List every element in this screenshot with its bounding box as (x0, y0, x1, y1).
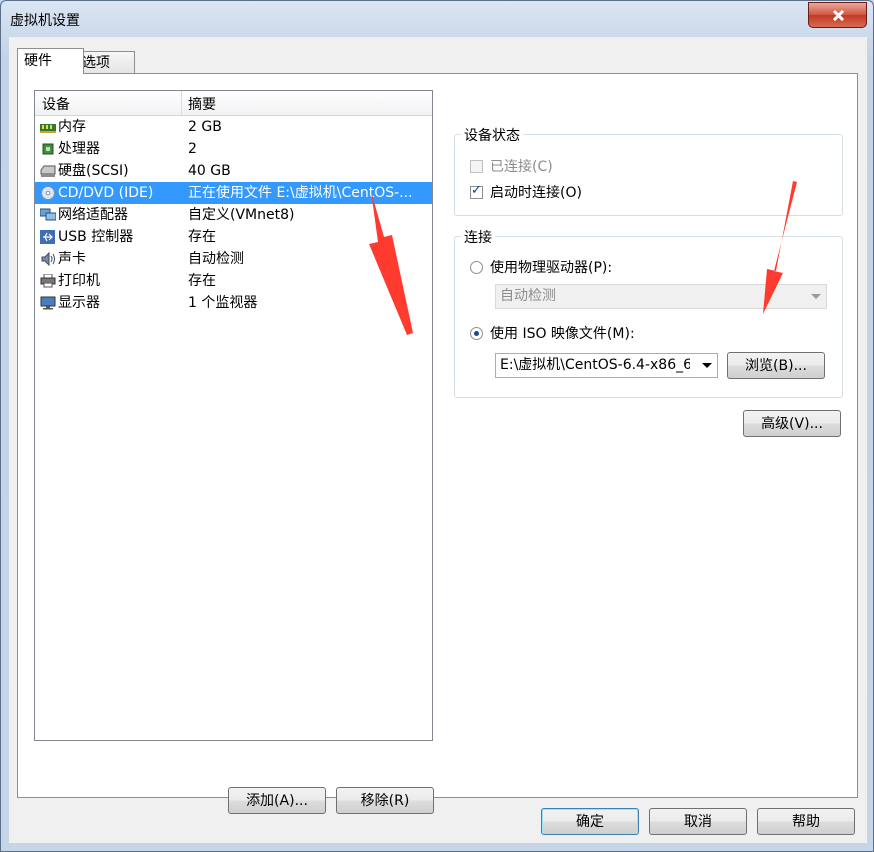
display-icon (40, 296, 56, 310)
window-title: 虚拟机设置 (10, 13, 80, 29)
tab-options[interactable]: 选项 (75, 51, 135, 74)
connection-title: 连接 (461, 227, 495, 247)
device-name: CD/DVD (IDE) (58, 185, 154, 201)
device-row-memory[interactable]: 内存 2 GB (35, 116, 432, 138)
chevron-down-icon (811, 294, 821, 299)
dialog-client: 硬件 选项 设备 摘要 内存 2 GB 处理器 2 硬盘(SCSI) 40 GB… (9, 37, 867, 843)
help-button[interactable]: 帮助 (757, 808, 855, 835)
title-bar[interactable]: 虚拟机设置 (1, 1, 873, 37)
close-button[interactable] (808, 2, 867, 28)
device-summary: 存在 (188, 229, 216, 245)
device-name: 内存 (58, 119, 86, 135)
hardware-panel: 设备 摘要 内存 2 GB 处理器 2 硬盘(SCSI) 40 GB CD/DV… (17, 73, 858, 814)
device-summary: 自定义(VMnet8) (188, 207, 295, 223)
connected-checkbox[interactable] (470, 160, 483, 173)
iso-image-radio[interactable] (470, 327, 483, 340)
advanced-button[interactable]: 高级(V)... (743, 410, 841, 437)
column-separator[interactable] (181, 91, 182, 115)
usb-icon (40, 230, 55, 244)
processor-icon (42, 143, 54, 155)
iso-path-value: E:\虚拟机\CentOS-6.4-x86_64 (500, 357, 690, 373)
iso-image-label: 使用 ISO 映像文件(M): (490, 326, 635, 342)
connect-at-power-on-label: 启动时连接(O) (490, 185, 582, 201)
device-row-sound-card[interactable]: 声卡 自动检测 (35, 248, 432, 270)
ok-button[interactable]: 确定 (541, 808, 639, 835)
physical-drive-label: 使用物理驱动器(P): (490, 260, 613, 276)
memory-icon (40, 124, 56, 133)
device-summary: 40 GB (188, 163, 231, 179)
device-row-processor[interactable]: 处理器 2 (35, 138, 432, 160)
printer-icon (40, 274, 56, 288)
remove-device-button[interactable]: 移除(R) (336, 787, 434, 814)
cancel-button[interactable]: 取消 (649, 808, 747, 835)
device-name: USB 控制器 (58, 229, 134, 245)
tab-label: 硬件 (24, 53, 52, 69)
add-device-button[interactable]: 添加(A)... (228, 787, 326, 814)
device-row-usb-controller[interactable]: USB 控制器 存在 (35, 226, 432, 248)
device-summary: 2 GB (188, 119, 222, 135)
cd-dvd-icon (41, 186, 55, 200)
physical-drive-value: 自动检测 (500, 288, 556, 304)
browse-button[interactable]: 浏览(B)... (727, 352, 825, 379)
physical-drive-radio[interactable] (470, 261, 483, 274)
device-row-hard-disk[interactable]: 硬盘(SCSI) 40 GB (35, 160, 432, 182)
device-name: 硬盘(SCSI) (58, 163, 129, 179)
device-name: 声卡 (58, 251, 86, 267)
device-name: 显示器 (58, 295, 100, 311)
device-row-network-adapter[interactable]: 网络适配器 自定义(VMnet8) (35, 204, 432, 226)
connected-label: 已连接(C) (490, 159, 553, 175)
physical-drive-select[interactable]: 自动检测 (495, 284, 827, 309)
connect-at-power-on-checkbox[interactable] (470, 183, 483, 199)
hard-disk-icon (40, 165, 56, 177)
device-row-display[interactable]: 显示器 1 个监视器 (35, 292, 432, 314)
device-row-printer[interactable]: 打印机 存在 (35, 270, 432, 292)
device-list[interactable]: 设备 摘要 内存 2 GB 处理器 2 硬盘(SCSI) 40 GB CD/DV… (34, 90, 433, 741)
device-summary: 自动检测 (188, 251, 244, 267)
device-status-group: 设备状态 已连接(C) 启动时连接(O) (454, 125, 843, 216)
tab-label: 选项 (82, 55, 110, 71)
chevron-down-icon (702, 363, 712, 368)
device-summary: 正在使用文件 E:\虚拟机\CentOS-... (188, 185, 413, 201)
device-summary: 存在 (188, 273, 216, 289)
device-name: 网络适配器 (58, 207, 128, 223)
device-status-title: 设备状态 (461, 125, 523, 145)
network-adapter-icon (40, 208, 56, 221)
sound-card-icon (41, 252, 55, 266)
device-name: 处理器 (58, 141, 100, 157)
device-summary: 2 (188, 141, 197, 157)
device-name: 打印机 (58, 273, 100, 289)
iso-path-combo[interactable]: E:\虚拟机\CentOS-6.4-x86_64 (495, 353, 718, 378)
device-row-cd-dvd[interactable]: CD/DVD (IDE) 正在使用文件 E:\虚拟机\CentOS-... (35, 182, 432, 204)
column-header-summary[interactable]: 摘要 (188, 94, 216, 114)
tab-hardware[interactable]: 硬件 (17, 48, 84, 74)
column-header-device[interactable]: 设备 (42, 94, 70, 114)
list-header: 设备 摘要 (35, 91, 432, 116)
vm-settings-window: 虚拟机设置 硬件 选项 设备 摘要 内存 2 GB 处理器 2 硬盘(SCSI)… (0, 0, 874, 852)
device-summary: 1 个监视器 (188, 295, 258, 311)
